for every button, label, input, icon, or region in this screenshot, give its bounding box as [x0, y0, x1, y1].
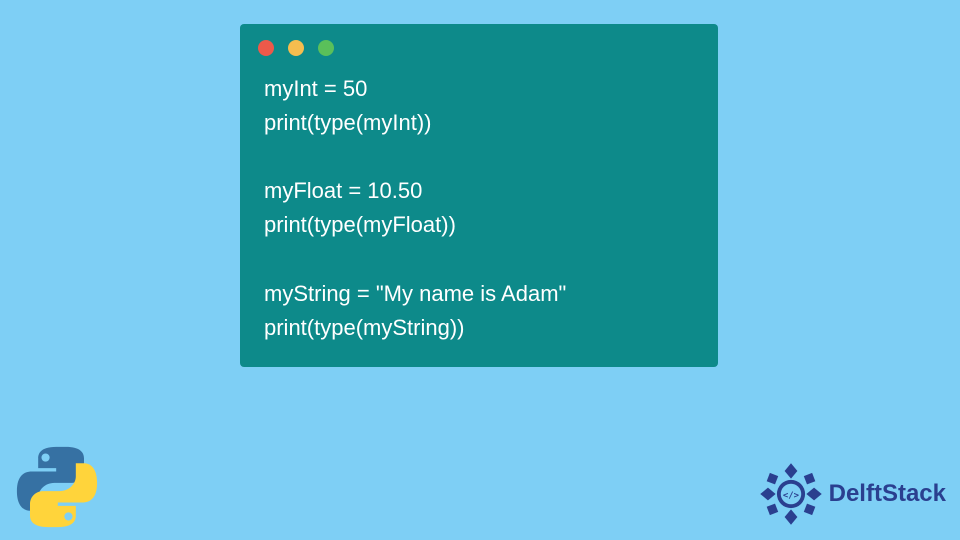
delftstack-label: DelftStack — [829, 480, 946, 508]
code-window: myInt = 50 print(type(myInt)) myFloat = … — [240, 24, 718, 367]
window-titlebar — [240, 24, 718, 66]
svg-text:</>: </> — [783, 491, 799, 501]
code-block: myInt = 50 print(type(myInt)) myFloat = … — [240, 66, 718, 345]
minimize-icon — [288, 40, 304, 56]
python-logo-icon — [12, 442, 102, 532]
delftstack-mark-icon: </> — [759, 462, 823, 526]
close-icon — [258, 40, 274, 56]
maximize-icon — [318, 40, 334, 56]
delftstack-logo: </> DelftStack — [759, 462, 946, 526]
